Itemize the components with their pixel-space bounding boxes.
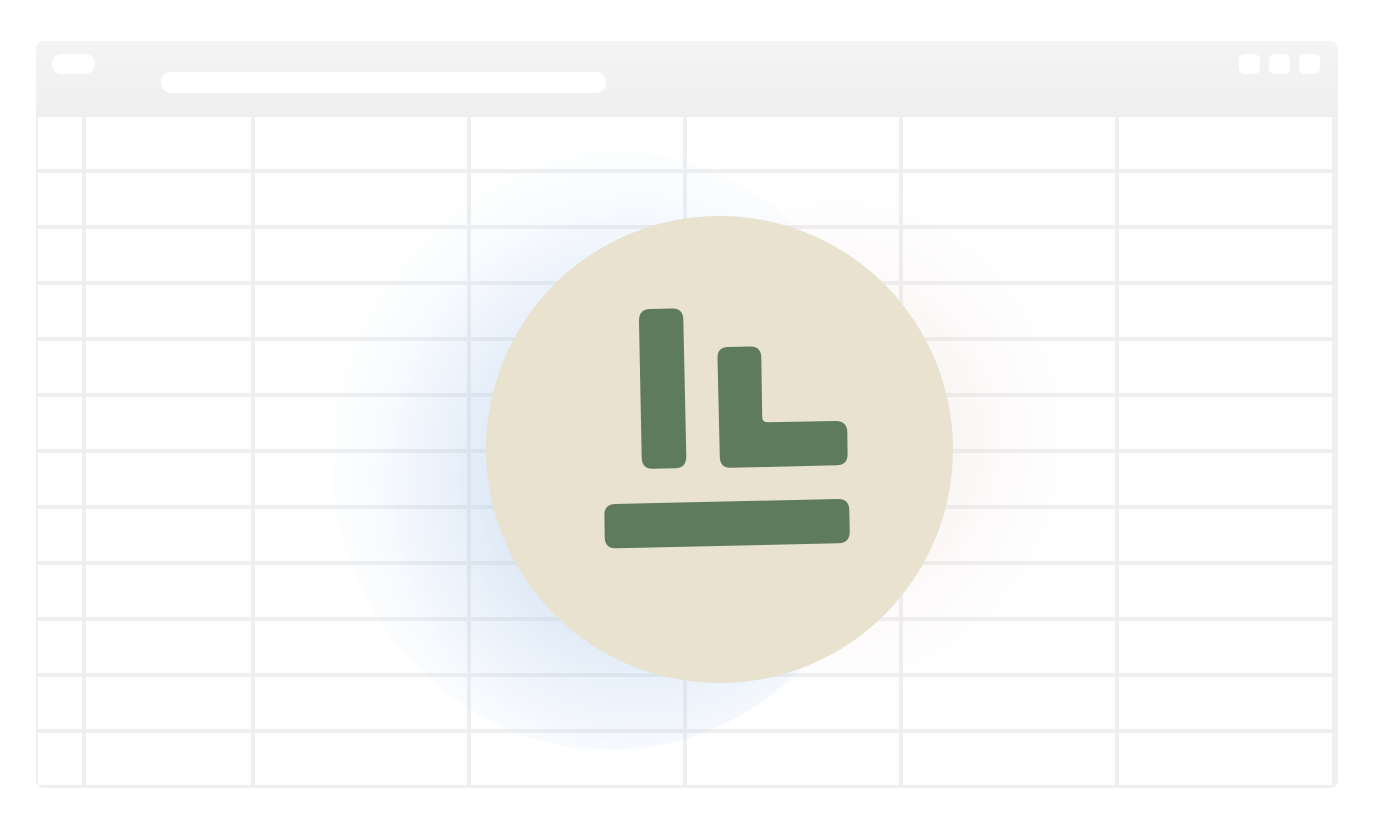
grid-cell[interactable] bbox=[255, 509, 467, 561]
table-row bbox=[38, 733, 1332, 785]
grid-cell[interactable] bbox=[255, 733, 467, 785]
grid-cell[interactable] bbox=[255, 621, 467, 673]
grid-cell[interactable] bbox=[471, 117, 683, 169]
grid-cell[interactable] bbox=[255, 229, 467, 281]
row-header-cell[interactable] bbox=[38, 229, 82, 281]
grid-cell[interactable] bbox=[903, 677, 1115, 729]
grid-cell[interactable] bbox=[471, 677, 683, 729]
row-header-cell[interactable] bbox=[38, 733, 82, 785]
row-header-cell[interactable] bbox=[38, 453, 82, 505]
grid-cell[interactable] bbox=[1119, 453, 1332, 505]
grid-cell[interactable] bbox=[687, 677, 899, 729]
grid-cell[interactable] bbox=[903, 733, 1115, 785]
table-row bbox=[38, 677, 1332, 729]
grid-cell[interactable] bbox=[255, 117, 467, 169]
grid-cell[interactable] bbox=[1119, 117, 1332, 169]
grid-cell[interactable] bbox=[1119, 397, 1332, 449]
grid-cell[interactable] bbox=[1119, 229, 1332, 281]
grid-cell[interactable] bbox=[1119, 509, 1332, 561]
address-bar[interactable] bbox=[161, 72, 606, 93]
grid-cell[interactable] bbox=[86, 453, 251, 505]
grid-cell[interactable] bbox=[687, 117, 899, 169]
stage bbox=[0, 0, 1395, 830]
grid-cell[interactable] bbox=[255, 453, 467, 505]
grid-cell[interactable] bbox=[687, 733, 899, 785]
back-button[interactable] bbox=[52, 54, 95, 74]
row-header-cell[interactable] bbox=[38, 173, 82, 225]
grid-cell[interactable] bbox=[1119, 285, 1332, 337]
logo-bar-base bbox=[604, 498, 850, 549]
title-bar bbox=[36, 41, 1338, 117]
table-row bbox=[38, 117, 1332, 169]
grid-cell[interactable] bbox=[1119, 733, 1332, 785]
grid-cell[interactable] bbox=[86, 565, 251, 617]
grid-cell[interactable] bbox=[86, 173, 251, 225]
close-button[interactable] bbox=[1299, 54, 1320, 74]
grid-cell[interactable] bbox=[1119, 173, 1332, 225]
logo-bar-corner bbox=[717, 346, 848, 468]
grid-cell[interactable] bbox=[86, 117, 251, 169]
grid-cell[interactable] bbox=[903, 117, 1115, 169]
row-header-cell[interactable] bbox=[38, 285, 82, 337]
row-header-cell[interactable] bbox=[38, 397, 82, 449]
grid-cell[interactable] bbox=[1119, 677, 1332, 729]
grid-cell[interactable] bbox=[471, 733, 683, 785]
row-header-cell[interactable] bbox=[38, 117, 82, 169]
grid-cell[interactable] bbox=[255, 677, 467, 729]
grid-cell[interactable] bbox=[1119, 621, 1332, 673]
minimize-button[interactable] bbox=[1239, 54, 1260, 74]
app-logo-icon bbox=[604, 308, 850, 549]
grid-cell[interactable] bbox=[255, 341, 467, 393]
grid-cell[interactable] bbox=[255, 565, 467, 617]
grid-cell[interactable] bbox=[86, 677, 251, 729]
grid-cell[interactable] bbox=[86, 229, 251, 281]
row-header-cell[interactable] bbox=[38, 565, 82, 617]
row-header-cell[interactable] bbox=[38, 621, 82, 673]
grid-cell[interactable] bbox=[255, 397, 467, 449]
grid-cell[interactable] bbox=[1119, 565, 1332, 617]
logo-bar-tall bbox=[638, 308, 687, 469]
grid-cell[interactable] bbox=[86, 341, 251, 393]
grid-cell[interactable] bbox=[86, 509, 251, 561]
grid-cell[interactable] bbox=[86, 397, 251, 449]
grid-cell[interactable] bbox=[86, 621, 251, 673]
row-header-cell[interactable] bbox=[38, 341, 82, 393]
maximize-button[interactable] bbox=[1269, 54, 1290, 74]
grid-cell[interactable] bbox=[1119, 341, 1332, 393]
grid-cell[interactable] bbox=[86, 285, 251, 337]
grid-cell[interactable] bbox=[255, 285, 467, 337]
grid-cell[interactable] bbox=[255, 173, 467, 225]
app-logo bbox=[486, 216, 953, 683]
row-header-cell[interactable] bbox=[38, 677, 82, 729]
grid-cell[interactable] bbox=[86, 733, 251, 785]
row-header-cell[interactable] bbox=[38, 509, 82, 561]
